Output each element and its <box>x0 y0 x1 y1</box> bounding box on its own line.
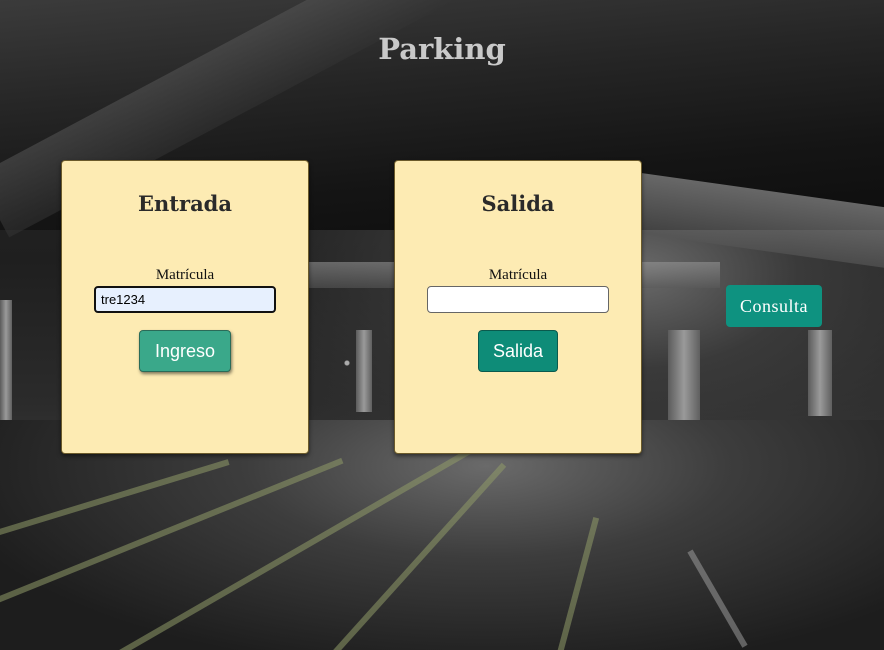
entrada-matricula-input[interactable] <box>94 286 276 313</box>
salida-card: Salida Matrícula Salida <box>394 160 642 454</box>
entrada-heading: Entrada <box>138 191 232 216</box>
entrada-matricula-label: Matrícula <box>155 267 215 283</box>
background-pillar <box>668 330 700 422</box>
entrada-card: Entrada Matrícula Ingreso <box>61 160 309 454</box>
salida-heading: Salida <box>481 191 555 216</box>
salida-matricula-label: Matrícula <box>488 267 548 283</box>
background-pillar <box>356 330 372 412</box>
background-pillar <box>808 330 832 416</box>
salida-button[interactable]: Salida <box>478 330 558 372</box>
salida-matricula-input[interactable] <box>427 286 609 313</box>
consulta-button[interactable]: Consulta <box>726 285 822 327</box>
page-title: Parking <box>378 32 506 66</box>
ingreso-button[interactable]: Ingreso <box>139 330 231 372</box>
